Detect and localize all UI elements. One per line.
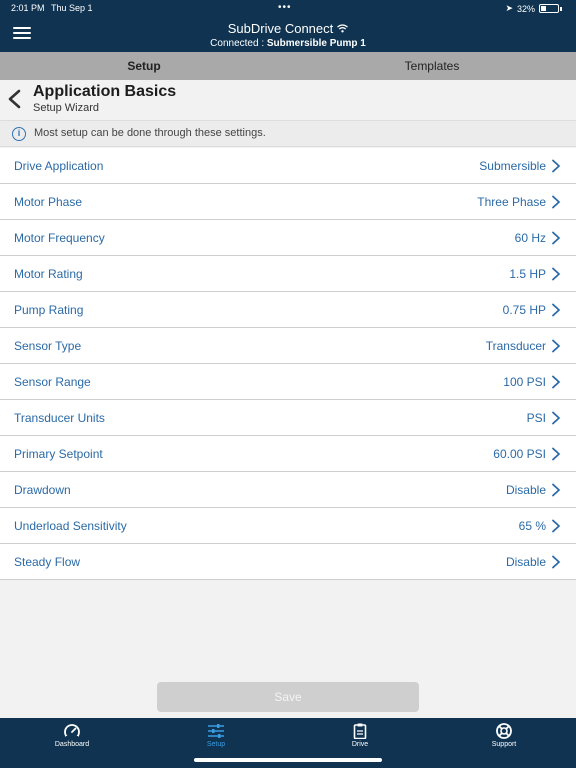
tab-bar: Setup Templates — [0, 52, 576, 80]
clipboard-icon — [353, 723, 367, 739]
setting-value: PSI — [526, 411, 546, 425]
battery-percent: 32% — [516, 3, 535, 14]
setting-row-motor-rating[interactable]: Motor Rating 1.5 HP — [0, 256, 576, 292]
connected-device: Submersible Pump 1 — [266, 38, 366, 49]
chevron-right-icon — [552, 267, 560, 281]
tab-setup[interactable]: Setup — [0, 52, 288, 80]
setting-label: Drive Application — [14, 159, 104, 173]
setting-row-drive-application[interactable]: Drive Application Submersible — [0, 148, 576, 184]
status-right: ➤ 32% — [505, 3, 562, 14]
setting-label: Sensor Range — [14, 375, 91, 389]
nav-label: Drive — [351, 741, 369, 748]
setting-label: Pump Rating — [14, 303, 84, 317]
status-time: 2:01 PM — [11, 3, 45, 13]
nav-dashboard[interactable]: Dashboard — [0, 718, 144, 768]
app-header: 2:01 PM Thu Sep 1 ••• ➤ 32% SubDrive Con… — [0, 0, 576, 52]
chevron-right-icon — [552, 159, 560, 173]
chevron-right-icon — [552, 447, 560, 461]
page-title: Application Basics — [33, 83, 177, 100]
setting-label: Motor Rating — [14, 267, 83, 281]
setting-label: Steady Flow — [14, 555, 81, 569]
setting-value: 1.5 HP — [509, 267, 546, 281]
setting-row-motor-frequency[interactable]: Motor Frequency 60 Hz — [0, 220, 576, 256]
setting-label: Primary Setpoint — [14, 447, 103, 461]
sliders-icon — [208, 724, 224, 738]
setting-value: 60 Hz — [514, 231, 546, 245]
chevron-right-icon — [552, 411, 560, 425]
setting-value: 65 % — [518, 519, 546, 533]
setting-row-steady-flow[interactable]: Steady Flow Disable — [0, 544, 576, 580]
setting-row-primary-setpoint[interactable]: Primary Setpoint 60.00 PSI — [0, 436, 576, 472]
wifi-icon — [337, 24, 349, 36]
nav-support[interactable]: Support — [432, 718, 576, 768]
setting-row-pump-rating[interactable]: Pump Rating 0.75 HP — [0, 292, 576, 328]
multitask-dots-icon[interactable]: ••• — [278, 2, 292, 13]
status-date: Thu Sep 1 — [51, 3, 93, 13]
battery-nub — [560, 6, 562, 11]
chevron-right-icon — [552, 231, 560, 245]
info-banner: i Most setup can be done through these s… — [0, 120, 576, 147]
setting-value: Three Phase — [477, 195, 546, 209]
back-chevron-icon[interactable] — [6, 89, 24, 109]
chevron-right-icon — [552, 483, 560, 497]
connection-status: Connected : Submersible Pump 1 — [0, 38, 576, 49]
settings-list: Drive Application Submersible Motor Phas… — [0, 148, 576, 580]
setting-value: Disable — [505, 555, 546, 569]
app-title-text: SubDrive Connect — [227, 21, 334, 36]
setting-label: Drawdown — [14, 483, 71, 497]
nav-label: Setup — [206, 741, 226, 748]
gauge-icon — [64, 724, 80, 739]
setting-label: Motor Frequency — [14, 231, 105, 245]
setting-row-drawdown[interactable]: Drawdown Disable — [0, 472, 576, 508]
battery-icon — [539, 4, 559, 13]
chevron-right-icon — [552, 303, 560, 317]
nav-label: Support — [491, 741, 517, 748]
chevron-right-icon — [552, 339, 560, 353]
chevron-right-icon — [552, 555, 560, 569]
home-indicator[interactable] — [194, 758, 382, 762]
chevron-right-icon — [552, 519, 560, 533]
setting-row-underload-sensitivity[interactable]: Underload Sensitivity 65 % — [0, 508, 576, 544]
chevron-right-icon — [552, 375, 560, 389]
setting-value: 60.00 PSI — [493, 447, 546, 461]
setting-value: 0.75 HP — [502, 303, 546, 317]
setting-label: Sensor Type — [14, 339, 82, 353]
setting-label: Underload Sensitivity — [14, 519, 127, 533]
setting-row-motor-phase[interactable]: Motor Phase Three Phase — [0, 184, 576, 220]
app-title: SubDrive Connect — [0, 21, 576, 36]
setting-label: Motor Phase — [14, 195, 83, 209]
tab-templates[interactable]: Templates — [288, 52, 576, 80]
nav-label: Dashboard — [54, 741, 90, 748]
info-icon: i — [12, 127, 26, 141]
page-header: Application Basics Setup Wizard — [0, 80, 576, 118]
chevron-right-icon — [552, 195, 560, 209]
setting-label: Transducer Units — [14, 411, 105, 425]
page-subtitle: Setup Wizard — [33, 102, 100, 114]
setting-row-transducer-units[interactable]: Transducer Units PSI — [0, 400, 576, 436]
setting-row-sensor-range[interactable]: Sensor Range 100 PSI — [0, 364, 576, 400]
setting-value: Transducer — [485, 339, 546, 353]
connection-prefix: Connected : — [210, 38, 265, 49]
info-text: Most setup can be done through these set… — [34, 127, 266, 139]
save-button[interactable]: Save — [157, 682, 419, 712]
setting-value: Submersible — [479, 159, 546, 173]
lifebuoy-icon — [496, 723, 512, 739]
setting-row-sensor-type[interactable]: Sensor Type Transducer — [0, 328, 576, 364]
setting-value: Disable — [505, 483, 546, 497]
setting-value: 100 PSI — [503, 375, 546, 389]
location-arrow-icon: ➤ — [505, 3, 513, 13]
